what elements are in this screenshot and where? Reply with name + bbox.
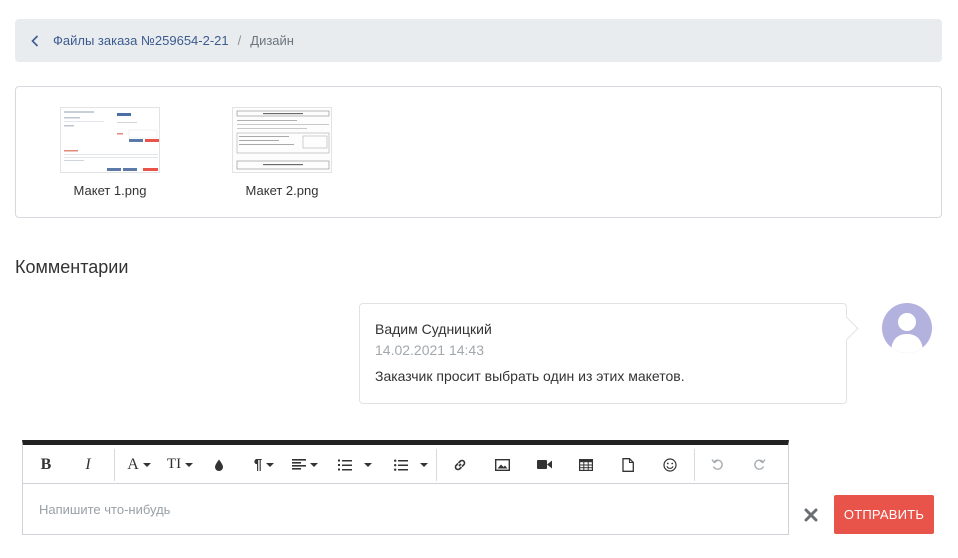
files-panel: Макет 1.png Макет 2.png	[15, 86, 942, 218]
bold-button[interactable]: B	[33, 445, 59, 484]
comments-title: Комментарии	[15, 257, 129, 277]
ordered-list-button[interactable]	[335, 445, 375, 484]
comment-text: Заказчик просит выбрать один из этих мак…	[375, 368, 685, 384]
font-color-button[interactable]: A	[122, 445, 156, 484]
redo-icon[interactable]	[748, 445, 770, 484]
italic-button[interactable]: I	[75, 445, 101, 484]
breadcrumb-current: Дизайн	[250, 33, 294, 48]
link-icon[interactable]	[449, 445, 471, 484]
breadcrumb-separator: /	[237, 33, 242, 48]
comment-author: Вадим Судницкий	[375, 321, 492, 337]
comment-date: 14.02.2021 14:43	[375, 342, 484, 358]
chevron-left-icon[interactable]	[31, 34, 41, 48]
file-name[interactable]: Макет 2.png	[227, 183, 337, 198]
close-icon[interactable]	[802, 506, 820, 524]
align-button[interactable]	[289, 445, 321, 484]
paint-drop-icon[interactable]	[209, 445, 229, 484]
file-item[interactable]: Макет 1.png	[55, 107, 165, 198]
comment-input[interactable]: Напишите что-нибудь	[23, 484, 788, 534]
send-button[interactable]: ОТПРАВИТЬ	[834, 495, 934, 534]
file-thumbnail[interactable]	[232, 107, 332, 173]
toolbar-divider	[114, 449, 115, 481]
text-size-button[interactable]: TI	[163, 445, 197, 484]
file-icon[interactable]	[617, 445, 639, 484]
table-icon[interactable]	[575, 445, 597, 484]
comment-bubble: Вадим Судницкий 14.02.2021 14:43 Заказчи…	[359, 303, 847, 404]
paragraph-button[interactable]: ¶	[249, 445, 279, 484]
comment-editor: B I A TI ¶ Напишите что-нибудь	[22, 440, 789, 535]
user-avatar-icon	[882, 303, 932, 353]
toolbar-divider	[436, 449, 437, 481]
video-icon[interactable]	[533, 445, 555, 484]
unordered-list-button[interactable]	[391, 445, 431, 484]
editor-toolbar: B I A TI ¶	[23, 445, 788, 484]
toolbar-divider	[694, 449, 695, 481]
file-item[interactable]: Макет 2.png	[227, 107, 337, 198]
undo-icon[interactable]	[706, 445, 728, 484]
file-name[interactable]: Макет 1.png	[55, 183, 165, 198]
breadcrumb: Файлы заказа №259654-2-21 / Дизайн	[15, 19, 942, 62]
image-icon[interactable]	[491, 445, 513, 484]
breadcrumb-parent-link[interactable]: Файлы заказа №259654-2-21	[53, 33, 229, 48]
file-thumbnail[interactable]	[60, 107, 160, 173]
emoji-icon[interactable]	[659, 445, 681, 484]
